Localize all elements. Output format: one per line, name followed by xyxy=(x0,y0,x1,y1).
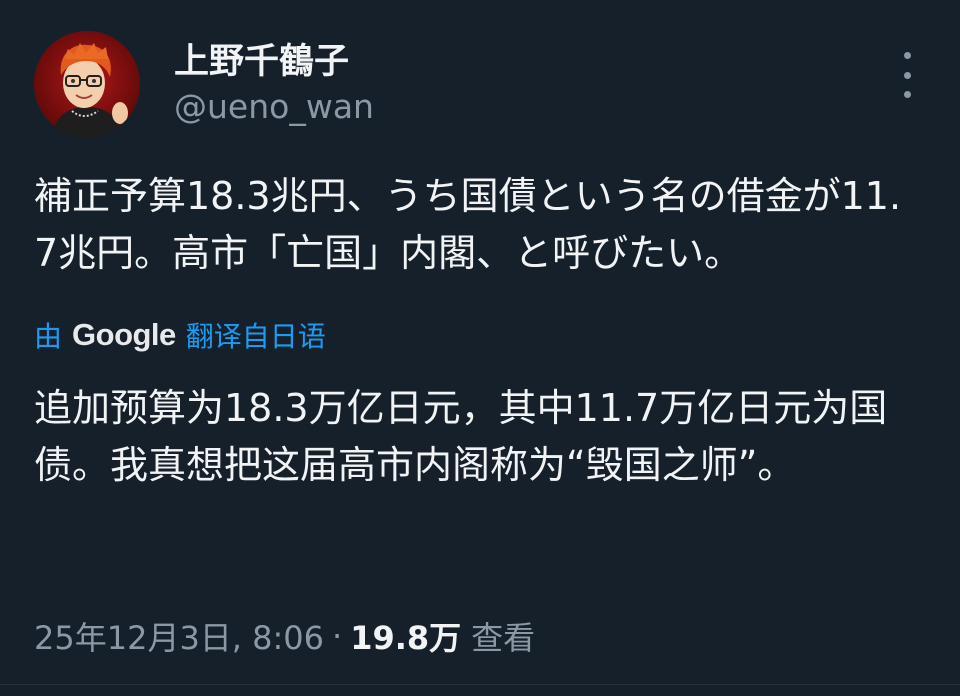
google-logo: Google xyxy=(72,317,176,352)
avatar[interactable] xyxy=(34,31,140,137)
view-count: 19.8万 xyxy=(350,619,462,657)
tweet-card: 上野千鶴子 @ueno_wan 補正予算18.3兆円、うち国債という名の借金が1… xyxy=(0,0,960,696)
author-display-name[interactable]: 上野千鶴子 xyxy=(174,40,349,84)
translation-prefix: 由 xyxy=(34,320,63,353)
views-label[interactable]: 查看 xyxy=(471,613,535,659)
translation-attribution: 由 Google 翻译自日语 xyxy=(34,314,326,356)
tweet-meta: 25年12月3日, 8:06 · 19.8万 查看 xyxy=(34,614,535,658)
divider xyxy=(0,684,960,685)
more-vertical-icon[interactable] xyxy=(890,52,924,98)
more-dot xyxy=(903,91,911,98)
more-dot xyxy=(903,71,911,79)
timestamp[interactable]: 25年12月3日, 8:06 xyxy=(34,613,324,659)
translation-source-link[interactable]: 翻译自日语 xyxy=(186,315,326,355)
tweet-text: 補正予算18.3兆円、うち国債という名の借金が11.7兆円。高市「亡国」内閣、と… xyxy=(34,174,902,275)
translated-text: 追加预算为18.3万亿日元，其中11.7万亿日元为国债。我真想把这届高市内阁称为… xyxy=(34,386,888,487)
more-dot xyxy=(903,52,911,59)
author-handle[interactable]: @ueno_wan xyxy=(174,86,374,128)
avatar-image xyxy=(34,31,140,137)
meta-separator: · xyxy=(332,617,343,655)
